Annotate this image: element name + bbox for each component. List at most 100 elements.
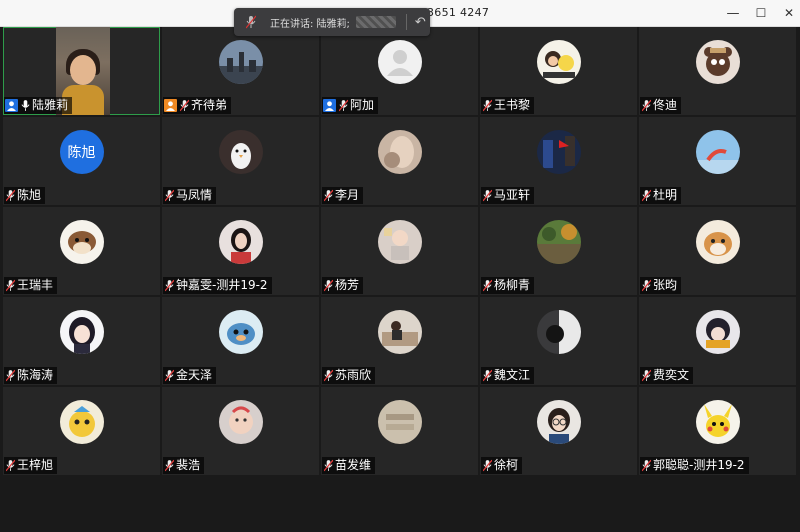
- mic-muted-icon: [322, 277, 335, 294]
- participant-tile[interactable]: 陈旭 陈旭: [3, 117, 160, 205]
- mic-muted-icon: [163, 187, 176, 204]
- participant-name: 王书黎: [494, 98, 531, 112]
- participant-name: 钟嘉雯-测井19-2: [176, 278, 268, 292]
- mic-muted-icon: [640, 367, 653, 384]
- active-speaker-banner[interactable]: 正在讲话: 陆雅莉; ↶: [234, 8, 430, 36]
- return-arrow-icon[interactable]: ↶: [415, 15, 426, 30]
- participant-tile[interactable]: 张昀: [639, 207, 796, 295]
- avatar: [218, 310, 263, 354]
- avatar: [695, 310, 740, 354]
- participant-name: 苗发维: [335, 458, 372, 472]
- participant-name: 王梓旭: [17, 458, 54, 472]
- avatar: [695, 220, 740, 264]
- participant-tile[interactable]: 徐柯: [480, 387, 637, 475]
- participant-tile[interactable]: 王瑞丰: [3, 207, 160, 295]
- participant-tile[interactable]: 苗发维: [321, 387, 478, 475]
- avatar: [218, 130, 263, 174]
- name-label-bar: 杨柳青: [481, 277, 535, 294]
- mic-muted-icon: [4, 277, 17, 294]
- participant-tile[interactable]: 阿加: [321, 27, 478, 115]
- participant-name: 郭聪聪-测井19-2: [653, 458, 745, 472]
- participant-name: 陈旭: [17, 188, 42, 202]
- participant-tile[interactable]: 金天泽: [162, 297, 319, 385]
- participant-tile[interactable]: 魏文江: [480, 297, 637, 385]
- name-label-bar: 费奕文: [640, 367, 694, 384]
- avatar: [536, 220, 581, 264]
- mic-muted-icon: [481, 187, 494, 204]
- participant-name: 马亚轩: [494, 188, 531, 202]
- participant-name: 李月: [335, 188, 360, 202]
- participant-tile[interactable]: 齐待弟: [162, 27, 319, 115]
- avatar: [59, 220, 104, 264]
- participant-name: 陈海涛: [17, 368, 54, 382]
- mic-muted-icon: [337, 97, 350, 114]
- mic-muted-icon: [322, 457, 335, 474]
- participant-tile[interactable]: 李月: [321, 117, 478, 205]
- participant-tile[interactable]: 苏雨欣: [321, 297, 478, 385]
- mic-muted-icon: [4, 187, 17, 204]
- participant-tile[interactable]: 钟嘉雯-测井19-2: [162, 207, 319, 295]
- name-label-bar: 佟迪: [640, 97, 682, 114]
- mic-muted-icon: [244, 15, 258, 29]
- mic-muted-icon: [163, 367, 176, 384]
- name-label-bar: 郭聪聪-测井19-2: [640, 457, 749, 474]
- participant-tile[interactable]: 费奕文: [639, 297, 796, 385]
- participant-tile[interactable]: 杨柳青: [480, 207, 637, 295]
- mic-muted-icon: [481, 457, 494, 474]
- name-label-bar: 马凤情: [163, 187, 217, 204]
- name-label-bar: 陆雅莉: [4, 97, 73, 114]
- avatar-initials: 陈旭: [59, 130, 104, 174]
- avatar: [377, 310, 422, 354]
- name-label-bar: 杨芳: [322, 277, 364, 294]
- name-label-bar: 杜明: [640, 187, 682, 204]
- host-badge-icon: [4, 97, 19, 114]
- participant-name: 王瑞丰: [17, 278, 54, 292]
- participant-name: 杨柳青: [494, 278, 531, 292]
- participant-tile[interactable]: 裴浩: [162, 387, 319, 475]
- mic-muted-icon: [640, 277, 653, 294]
- participant-name: 张昀: [653, 278, 678, 292]
- participant-name: 杨芳: [335, 278, 360, 292]
- participant-tile[interactable]: 佟迪: [639, 27, 796, 115]
- name-label-bar: 陈海涛: [4, 367, 58, 384]
- avatar: [218, 400, 263, 444]
- participant-tile[interactable]: 马亚轩: [480, 117, 637, 205]
- name-label-bar: 裴浩: [163, 457, 205, 474]
- participant-tile[interactable]: 杨芳: [321, 207, 478, 295]
- close-button[interactable]: ✕: [772, 0, 800, 26]
- participant-tile[interactable]: 杜明: [639, 117, 796, 205]
- participant-grid: 陆雅莉 齐待弟 阿加 王书黎 佟迪 陈旭 陈旭 马凤情 李月 马亚轩 杜明 王瑞丰 钟嘉雯-测井19-2…: [3, 27, 797, 497]
- participant-name: 裴浩: [176, 458, 201, 472]
- name-label-bar: 张昀: [640, 277, 682, 294]
- maximize-icon: ☐: [755, 6, 767, 20]
- participant-tile[interactable]: 王书黎: [480, 27, 637, 115]
- avatar: [695, 130, 740, 174]
- participant-tile[interactable]: 马凤情: [162, 117, 319, 205]
- participant-name: 佟迪: [653, 98, 678, 112]
- participant-name: 费奕文: [653, 368, 690, 382]
- avatar: [695, 40, 740, 84]
- host-badge-icon: [322, 97, 337, 114]
- avatar: [536, 400, 581, 444]
- default-avatar-icon: [377, 40, 422, 84]
- participant-tile[interactable]: 郭聪聪-测井19-2: [639, 387, 796, 475]
- mic-muted-icon: [481, 97, 494, 114]
- participant-tile[interactable]: 陈海涛: [3, 297, 160, 385]
- minimize-icon: —: [726, 5, 740, 21]
- avatar: [536, 130, 581, 174]
- mic-muted-icon: [322, 367, 335, 384]
- participant-tile[interactable]: 陆雅莉: [3, 27, 160, 115]
- meeting-id: 3651 4247: [427, 6, 490, 19]
- participant-tile[interactable]: 王梓旭: [3, 387, 160, 475]
- mic-muted-icon: [640, 457, 653, 474]
- name-label-bar: 陈旭: [4, 187, 46, 204]
- name-label-bar: 阿加: [322, 97, 379, 114]
- name-label-bar: 魏文江: [481, 367, 535, 384]
- mic-muted-icon: [322, 187, 335, 204]
- participant-name: 金天泽: [176, 368, 213, 382]
- avatar: [536, 310, 581, 354]
- mic-on-icon: [19, 97, 32, 114]
- divider: [405, 14, 407, 30]
- name-label-bar: 王书黎: [481, 97, 535, 114]
- avatar: [59, 310, 104, 354]
